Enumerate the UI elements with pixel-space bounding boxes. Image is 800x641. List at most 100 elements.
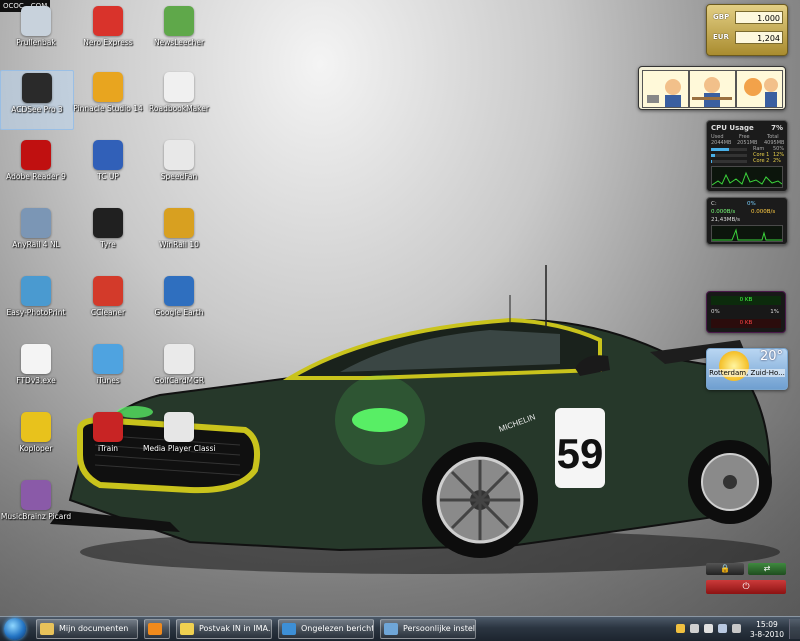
ram-meter-left: 0% (711, 309, 720, 315)
desktop-icon[interactable]: AnyRail 4 NL (0, 206, 72, 264)
lock-icon: 🔒 (720, 564, 730, 573)
desktop-icon[interactable]: WinRail 10 (143, 206, 215, 264)
desktop-icon[interactable]: NewsLeecher (143, 4, 215, 62)
desktop-icon-label: MusicBrainz Picard (0, 512, 72, 521)
desktop-icon[interactable]: RoadbookMaker (143, 70, 215, 128)
switch-user-button[interactable]: ⇄ (748, 563, 786, 575)
rear-wheel (688, 440, 772, 524)
lock-button[interactable]: 🔒 (706, 563, 744, 575)
desktop-icon[interactable]: Easy-PhotoPrint (0, 274, 72, 332)
currency-row: EUR 1,204 (713, 31, 785, 45)
taskbar-button[interactable] (144, 619, 170, 639)
nero-icon (93, 6, 123, 36)
desktop-icon[interactable]: Media Player Classic (143, 410, 215, 468)
taskbar-clock[interactable]: 15:09 3-8-2010 (750, 620, 784, 640)
desktop-icon[interactable]: FTDv3.exe (0, 342, 72, 400)
currency-row: GBP 1.000 (713, 11, 785, 25)
desktop-icon[interactable]: Adobe Reader 9 (0, 138, 72, 196)
desktop-icon-label: FTDv3.exe (16, 376, 56, 385)
desktop-icon[interactable]: SpeedFan (143, 138, 215, 196)
desktop-icon-label: TC UP (97, 172, 119, 181)
core1-bar (711, 154, 747, 157)
tray-network-icon[interactable] (718, 624, 727, 633)
currency-value-input[interactable]: 1,204 (735, 31, 783, 44)
koploper-icon (21, 412, 51, 442)
desktop-icon-label: WinRail 10 (159, 240, 199, 249)
currency-code: GBP (713, 13, 730, 21)
desktop-icon[interactable]: Prullenbak (0, 4, 72, 62)
desktop-icon[interactable]: Nero Express (72, 4, 144, 62)
newsleecher-icon (164, 6, 194, 36)
taskbar-button-label: Postvak IN in IMA... (199, 624, 272, 633)
core2-value: 2% (773, 158, 781, 164)
taskbar-button-label: Ongelezen bericht... (301, 624, 374, 633)
tray-flag-icon[interactable] (704, 624, 713, 633)
currency-gadget[interactable]: GBP 1.000 EUR 1,204 (706, 4, 788, 56)
tyre-icon (93, 208, 123, 238)
core2-bar-fill (711, 160, 712, 163)
front-wheel (422, 442, 538, 558)
personalize-icon (384, 623, 398, 635)
desktop-icon[interactable]: CCleaner (72, 274, 144, 332)
comic-panel (736, 70, 783, 108)
drive-label: C: (711, 201, 717, 207)
weather-gadget[interactable]: 20° Rotterdam, Zuid-Ho... (706, 348, 788, 390)
desktop-icon[interactable]: iTrain (72, 410, 144, 468)
desktop-icon-label: iTunes (96, 376, 120, 385)
total-throughput: 21,43MB/s (711, 217, 740, 223)
desktop-icon[interactable]: Tyre (72, 206, 144, 264)
anyrail-icon (21, 208, 51, 238)
desktop-icon[interactable]: iTunes (72, 342, 144, 400)
core2-bar (711, 160, 747, 163)
desktop-icon[interactable]: Pinnacle Studio 14 (72, 70, 144, 128)
desktop-icon-label: CCleaner (90, 308, 126, 317)
drive-usage: 0% (747, 201, 756, 207)
currency-value-input[interactable]: 1.000 (735, 11, 783, 24)
ram-meter-right: 1% (770, 309, 779, 315)
photoprint-icon (21, 276, 51, 306)
mem-used-value: 2044MB (711, 140, 732, 146)
start-button[interactable] (4, 618, 26, 640)
taskbar-button[interactable]: Ongelezen bericht... (278, 619, 374, 639)
desktop-icon-label: ACDSee Pro 3 (11, 105, 63, 114)
globe-icon (164, 276, 194, 306)
media-player-icon (148, 623, 162, 635)
desktop-icon[interactable]: Koploper (0, 410, 72, 468)
desktop-icon-label: Google Earth (154, 308, 204, 317)
desktop-icon[interactable]: ACDSee Pro 3 (0, 70, 74, 130)
desktop-icon-label: RoadbookMaker (149, 104, 209, 113)
network-graph (711, 225, 783, 242)
tray-mail-icon[interactable] (676, 624, 685, 633)
desktop-icon[interactable]: TC UP (72, 138, 144, 196)
desktop-icon[interactable]: MusicBrainz Picard (0, 478, 72, 536)
network-gadget[interactable]: C: 0% 0.000B/s 0.000B/s 21,43MB/s (706, 197, 788, 245)
desktop-icon[interactable]: GolfCardMGR (143, 342, 215, 400)
power-button[interactable]: ⏻ (706, 580, 786, 594)
taskbar-button[interactable]: Postvak IN in IMA... (176, 619, 272, 639)
ccleaner-icon (93, 276, 123, 306)
taskbar-button[interactable]: Persoonlijke instel... (380, 619, 476, 639)
mpc-icon (164, 412, 194, 442)
tcup-icon (93, 140, 123, 170)
ram-meter-gadget[interactable]: 0 KB 0% 1% 0 KB (706, 291, 786, 333)
power-icon: ⏻ (742, 582, 750, 592)
show-desktop-button[interactable] (789, 619, 800, 639)
ram-meter-bottom: 0 KB (711, 319, 781, 328)
tray-shield-icon[interactable] (690, 624, 699, 633)
download-speed: 0.000B/s (711, 209, 736, 215)
shutdown-gadget: 🔒 ⇄ ⏻ (706, 563, 786, 595)
clock-time: 15:09 (756, 620, 778, 629)
cpu-percent: 7% (771, 124, 783, 132)
comic-panel (642, 70, 689, 108)
desktop-icon-label: Tyre (100, 240, 116, 249)
cpu-usage-gadget[interactable]: CPU Usage 7% Used Free Total 2044MB 2051… (706, 120, 788, 192)
comic-strip-gadget[interactable] (638, 66, 786, 110)
desktop-icon[interactable]: Google Earth (143, 274, 215, 332)
itunes-icon (93, 344, 123, 374)
comic-panel (689, 70, 736, 108)
cpu-graph-line (711, 171, 783, 186)
taskbar-button[interactable]: Mijn documenten (36, 619, 138, 639)
network-graph-line (712, 228, 782, 241)
tray-volume-icon[interactable] (732, 624, 741, 633)
golf-icon (164, 344, 194, 374)
